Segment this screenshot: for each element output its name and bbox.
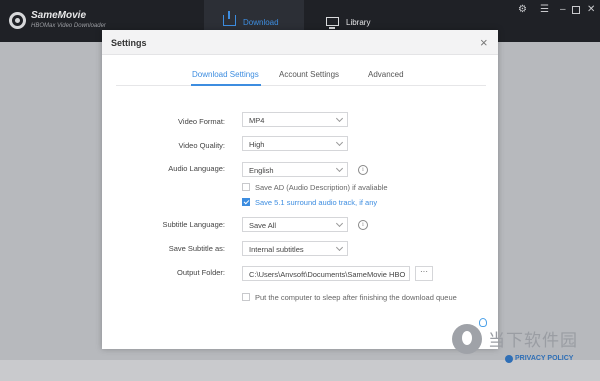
save-subtitle-as-select[interactable]: Internal subtitles [242, 241, 348, 256]
nav-download-label[interactable]: Download [243, 18, 279, 27]
video-format-value: MP4 [249, 116, 265, 125]
audio-language-select[interactable]: English [242, 162, 348, 177]
sleep-label: Put the computer to sleep after finishin… [255, 293, 457, 302]
chevron-down-icon [335, 138, 344, 147]
settings-gear-icon[interactable]: ⚙ [518, 5, 527, 15]
watermark-logo-icon [452, 324, 482, 354]
dialog-header [102, 30, 498, 55]
sleep-checkbox[interactable] [242, 293, 250, 301]
app-name: SameMovie [31, 10, 87, 21]
output-folder-input[interactable]: C:\Users\Anvsoft\Documents\SameMovie HBO [242, 266, 410, 281]
tab-advanced[interactable]: Advanced [368, 70, 404, 79]
window-close-icon[interactable]: ✕ [587, 5, 595, 15]
video-format-select[interactable]: MP4 [242, 112, 348, 127]
subtitle-language-label: Subtitle Language: [162, 220, 225, 229]
app-logo-icon [9, 12, 26, 29]
video-quality-value: High [249, 140, 265, 149]
subtitle-language-value: Save All [249, 221, 277, 230]
save-51-checkbox[interactable] [242, 198, 250, 206]
chevron-down-icon [335, 114, 344, 123]
tab-account-settings[interactable]: Account Settings [279, 70, 339, 79]
watermark-text: 当下软件园 [488, 331, 578, 351]
save-51-label: Save 5.1 surround audio track, if any [255, 198, 378, 207]
subtitle-info-icon[interactable]: i [358, 220, 368, 230]
menu-icon[interactable]: ☰ [540, 5, 549, 15]
download-icon [223, 11, 236, 26]
app-subtitle: HBOMax Video Downloader [31, 23, 106, 29]
minimize-icon[interactable]: – [560, 5, 566, 15]
dialog-title: Settings [111, 38, 147, 48]
content-bottom-strip [0, 360, 600, 381]
browse-folder-button[interactable]: ··· [415, 266, 433, 281]
chevron-down-icon [335, 219, 344, 228]
chevron-down-icon [335, 164, 344, 173]
save-subtitle-as-label: Save Subtitle as: [168, 244, 225, 253]
video-quality-select[interactable]: High [242, 136, 348, 151]
chevron-down-icon [335, 243, 344, 252]
library-icon[interactable] [326, 17, 339, 29]
tab-divider [116, 85, 486, 86]
audio-language-value: English [249, 166, 274, 175]
audio-language-label: Audio Language: [168, 164, 225, 173]
output-folder-label: Output Folder: [177, 268, 225, 277]
subtitle-language-select[interactable]: Save All [242, 217, 348, 232]
save-ad-label: Save AD (Audio Description) if avaliable [255, 183, 388, 192]
shield-icon [505, 355, 513, 363]
save-ad-checkbox[interactable] [242, 183, 250, 191]
dialog-close-icon[interactable]: × [480, 35, 488, 50]
maximize-icon[interactable] [572, 6, 580, 14]
tab-download-settings[interactable]: Download Settings [192, 70, 259, 79]
nav-library-label[interactable]: Library [346, 18, 370, 27]
settings-dialog: Settings × Download Settings Account Set… [102, 30, 498, 349]
save-subtitle-as-value: Internal subtitles [249, 245, 304, 254]
active-tab-indicator [191, 84, 261, 86]
privacy-policy-link[interactable]: PRIVACY POLICY [515, 355, 573, 362]
video-format-label: Video Format: [178, 117, 225, 126]
video-quality-label: Video Quality: [178, 141, 225, 150]
audio-info-icon[interactable]: i [358, 165, 368, 175]
